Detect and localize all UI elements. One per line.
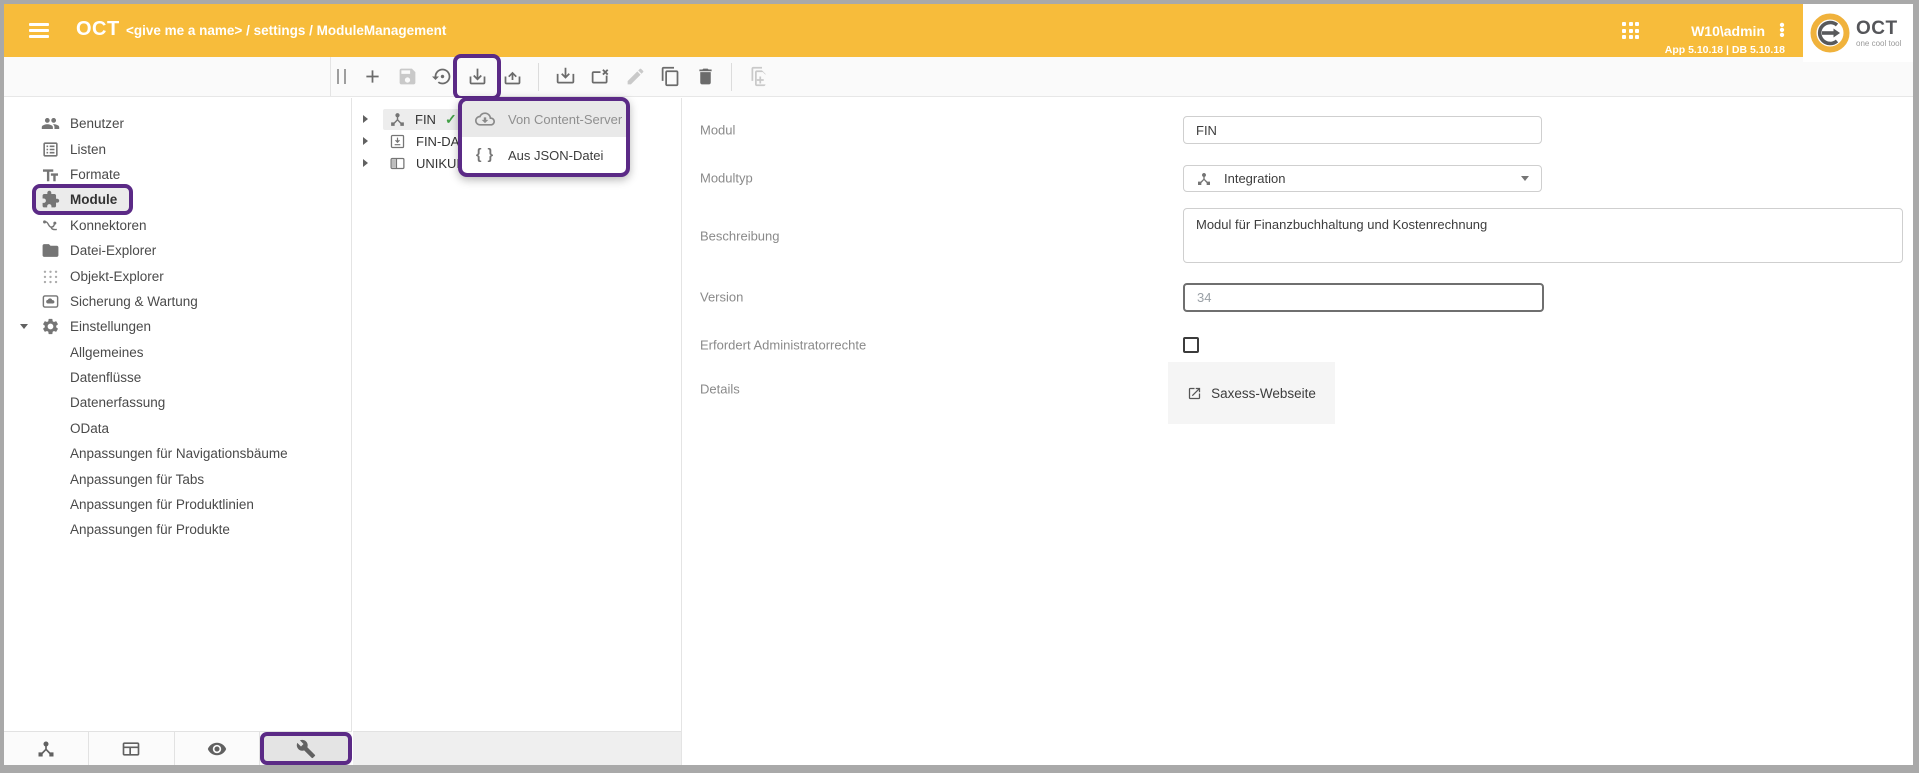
restore-button[interactable] <box>429 64 455 90</box>
toolbar-divider <box>330 57 331 96</box>
module-form: Modul FIN Modultyp Integration Beschreib… <box>682 97 1913 765</box>
eye-icon <box>207 739 227 759</box>
modul-input[interactable]: FIN <box>1183 116 1542 144</box>
logo-text: OCT <box>1856 18 1901 40</box>
breadcrumb: <give me a name> / settings / ModuleMana… <box>126 23 446 38</box>
sidebar-item-listen[interactable]: Listen <box>4 136 351 161</box>
edit-button[interactable] <box>622 64 648 90</box>
expand-caret-icon[interactable] <box>363 137 375 145</box>
oct-logo-icon <box>1809 12 1851 54</box>
hierarchy-icon <box>36 739 56 759</box>
sidebar-item-anpassungen-produktlinien[interactable]: Anpassungen für Produktlinien <box>4 492 351 517</box>
gear-icon <box>36 317 64 336</box>
drag-handle-icon[interactable] <box>337 69 346 84</box>
list-icon <box>36 140 64 159</box>
admin-rights-checkbox[interactable] <box>1183 337 1199 353</box>
sidebar-item-konnektoren[interactable]: Konnektoren <box>4 213 351 238</box>
sidebar-item-formate[interactable]: Formate <box>4 162 351 187</box>
module-highlight-annotation: Module <box>36 188 129 211</box>
sidebar-item-odata[interactable]: OData <box>4 416 351 441</box>
folder-icon <box>36 241 64 260</box>
modultyp-select[interactable]: Integration <box>1183 165 1542 192</box>
eye-tab[interactable] <box>175 732 260 765</box>
integration-icon <box>1196 171 1212 187</box>
table-icon <box>121 739 141 759</box>
sidebar-item-anpassungen-tabs[interactable]: Anpassungen für Tabs <box>4 466 351 491</box>
import-module-button[interactable] <box>552 64 578 90</box>
sidebar-item-benutzer[interactable]: Benutzer <box>4 111 351 136</box>
puzzle-icon <box>36 190 64 209</box>
backup-icon <box>36 292 64 311</box>
version-label: Version <box>700 290 743 305</box>
check-icon: ✓ <box>445 111 457 128</box>
duplicate-document-button[interactable] <box>745 64 771 90</box>
user-label[interactable]: W10\admin <box>1691 23 1765 39</box>
sidebar-item-datei-explorer[interactable]: Datei-Explorer <box>4 238 351 263</box>
wrench-tab[interactable] <box>260 732 352 765</box>
download-button[interactable] <box>464 64 490 90</box>
sidebar-item-datenfluesse[interactable]: Datenflüsse <box>4 365 351 390</box>
hierarchy-tab[interactable] <box>4 732 89 765</box>
sidebar-bottom-toolbar <box>4 731 352 765</box>
oct-logo: OCT one cool tool <box>1803 4 1913 62</box>
expand-caret-icon[interactable] <box>12 324 36 329</box>
expand-caret-icon[interactable] <box>363 159 375 167</box>
saxess-webseite-link[interactable]: Saxess-Webseite <box>1187 386 1316 401</box>
admin-rights-label: Erfordert Administratorrechte <box>700 338 866 353</box>
modul-label: Modul <box>700 123 735 138</box>
version-input[interactable]: 34 <box>1183 283 1544 312</box>
delete-button[interactable] <box>692 64 718 90</box>
details-label: Details <box>700 382 740 397</box>
expand-caret-icon[interactable] <box>363 115 375 123</box>
import-box-icon <box>389 133 406 150</box>
braces-icon: { } <box>475 147 495 163</box>
kebab-menu-icon[interactable]: ••• <box>1779 23 1785 38</box>
sidebar-item-anpassungen-navigationsbaeume[interactable]: Anpassungen für Navigationsbäume <box>4 441 351 466</box>
cloud-download-icon <box>475 109 495 129</box>
sidebar-item-allgemeines[interactable]: Allgemeines <box>4 340 351 365</box>
details-panel: Saxess-Webseite <box>1168 362 1335 424</box>
beschreibung-label: Beschreibung <box>700 229 780 244</box>
sidebar-item-einstellungen[interactable]: Einstellungen <box>4 314 351 339</box>
connector-icon <box>36 216 64 235</box>
sidebar-item-sicherung-wartung[interactable]: Sicherung & Wartung <box>4 289 351 314</box>
beschreibung-textarea[interactable]: Modul für Finanzbuchhaltung und Kostenre… <box>1183 208 1903 263</box>
modultyp-label: Modultyp <box>700 171 753 186</box>
add-button[interactable] <box>359 64 385 90</box>
upload-button[interactable] <box>499 64 525 90</box>
main-toolbar <box>4 57 1913 97</box>
sidebar-item-datenerfassung[interactable]: Datenerfassung <box>4 390 351 415</box>
table-box-icon <box>389 155 406 172</box>
sidebar-item-anpassungen-produkte[interactable]: Anpassungen für Produkte <box>4 517 351 542</box>
export-remove-button[interactable] <box>587 64 613 90</box>
chevron-down-icon <box>1521 176 1529 181</box>
hamburger-menu-icon[interactable] <box>29 23 49 38</box>
integration-icon <box>389 111 406 128</box>
sidebar-item-module[interactable]: Module <box>4 187 351 212</box>
tree-bottom-strip <box>353 731 685 765</box>
toolbar-separator <box>538 63 539 91</box>
group-icon <box>36 114 64 133</box>
app-surface: OCT <give me a name> / settings / Module… <box>4 4 1913 765</box>
grid-dots-icon <box>36 267 64 286</box>
wrench-icon <box>296 739 316 759</box>
save-button[interactable] <box>394 64 420 90</box>
menu-item-von-content-server[interactable]: Von Content-Server <box>462 101 626 137</box>
copy-button[interactable] <box>657 64 683 90</box>
logo-tagline: one cool tool <box>1856 39 1901 48</box>
table-tab[interactable] <box>89 732 174 765</box>
module-tree: FIN ✓ FIN-DATE UNIKUM- <box>353 98 685 731</box>
app-window: OCT <give me a name> / settings / Module… <box>0 0 1919 773</box>
sidebar-item-objekt-explorer[interactable]: Objekt-Explorer <box>4 263 351 288</box>
sidebar-nav: Benutzer Listen Formate Module Konnektor… <box>4 98 352 731</box>
toolbar-separator <box>731 63 732 91</box>
import-dropdown-menu: Von Content-Server { } Aus JSON-Datei <box>458 97 630 177</box>
top-header: OCT <give me a name> / settings / Module… <box>4 4 1913 57</box>
app-title: OCT <box>76 18 120 41</box>
version-info: App 5.10.18 | DB 5.10.18 <box>1665 44 1785 56</box>
external-link-icon <box>1187 386 1202 401</box>
menu-item-aus-json-datei[interactable]: { } Aus JSON-Datei <box>462 137 626 173</box>
apps-grid-icon[interactable] <box>1622 22 1639 39</box>
text-format-icon <box>36 165 64 184</box>
